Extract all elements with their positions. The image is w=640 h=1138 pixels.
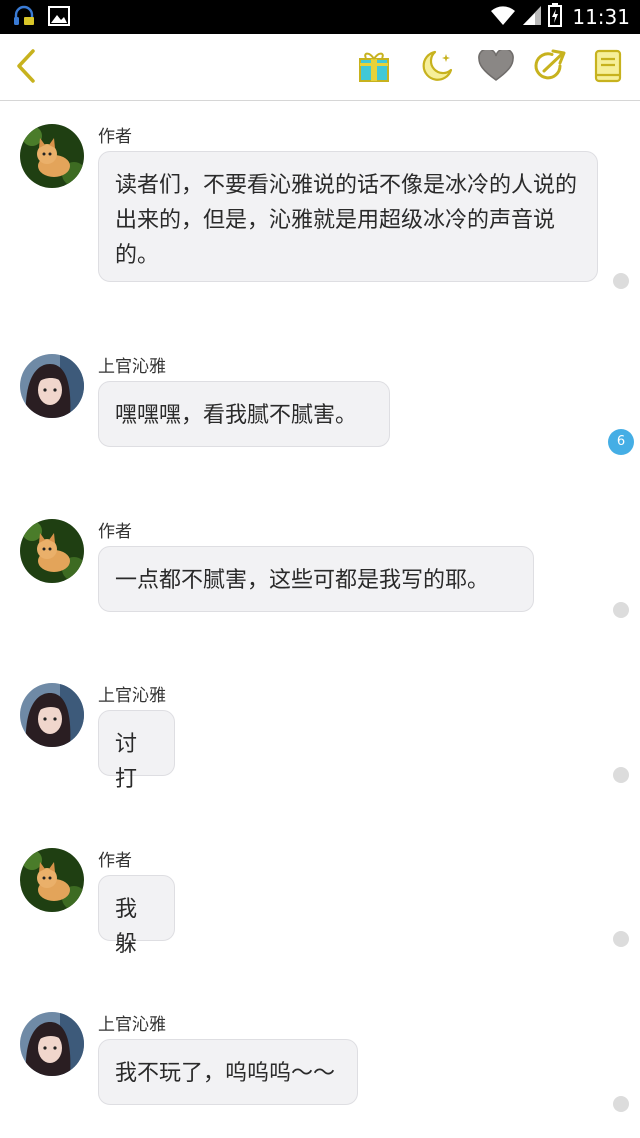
catalog-button[interactable] [586, 46, 630, 90]
sender-name: 作者 [98, 127, 132, 147]
comment-count-badge[interactable]: 6 [608, 429, 634, 455]
share-icon [533, 49, 567, 87]
back-button[interactable] [4, 46, 48, 90]
message-bubble[interactable]: 讨打 [98, 710, 175, 792]
share-button[interactable] [528, 46, 572, 90]
comment-dot[interactable] [613, 767, 629, 783]
image-notification-icon [48, 6, 70, 30]
sender-name: 作者 [98, 851, 132, 871]
signal-icon [522, 4, 542, 30]
status-bar: 11:31 [0, 0, 640, 34]
book-icon [594, 49, 622, 87]
message-bubble[interactable]: 我躲 [98, 875, 175, 957]
headset-notification-icon [12, 4, 36, 32]
status-notifications [12, 4, 70, 32]
sender-name: 上官沁雅 [98, 686, 166, 706]
comment-dot[interactable] [613, 931, 629, 947]
girl-avatar[interactable] [20, 683, 84, 747]
like-button[interactable] [474, 46, 518, 90]
battery-icon [548, 3, 563, 31]
clock: 11:31 [572, 5, 630, 29]
comment-dot[interactable] [613, 1096, 629, 1112]
status-system: 11:31 [490, 3, 630, 31]
sender-name: 上官沁雅 [98, 1015, 166, 1035]
comment-dot[interactable] [613, 602, 629, 618]
gift-icon [357, 49, 391, 87]
message-bubble[interactable]: 嘿嘿嘿，看我腻不腻害。 [98, 381, 390, 447]
cat-avatar[interactable] [20, 124, 84, 188]
message-bubble[interactable]: 读者们，不要看沁雅说的话不像是冰冷的人说的出来的，但是，沁雅就是用超级冰冷的声音… [98, 151, 598, 282]
sender-name: 上官沁雅 [98, 357, 166, 377]
chevron-left-icon [12, 48, 40, 88]
comment-dot[interactable] [613, 273, 629, 289]
heart-icon [478, 48, 514, 86]
moon-icon [419, 48, 455, 88]
message-bubble[interactable]: 我不玩了，呜呜呜～～ [98, 1039, 358, 1105]
girl-avatar[interactable] [20, 1012, 84, 1076]
message-bubble[interactable]: 一点都不腻害，这些可都是我写的耶。 [98, 546, 534, 612]
gift-button[interactable] [352, 46, 396, 90]
night-mode-button[interactable] [415, 46, 459, 90]
cat-avatar[interactable] [20, 519, 84, 583]
girl-avatar[interactable] [20, 354, 84, 418]
reader-toolbar [0, 34, 640, 101]
cat-avatar[interactable] [20, 848, 84, 912]
sender-name: 作者 [98, 522, 132, 542]
wifi-icon [490, 4, 516, 30]
